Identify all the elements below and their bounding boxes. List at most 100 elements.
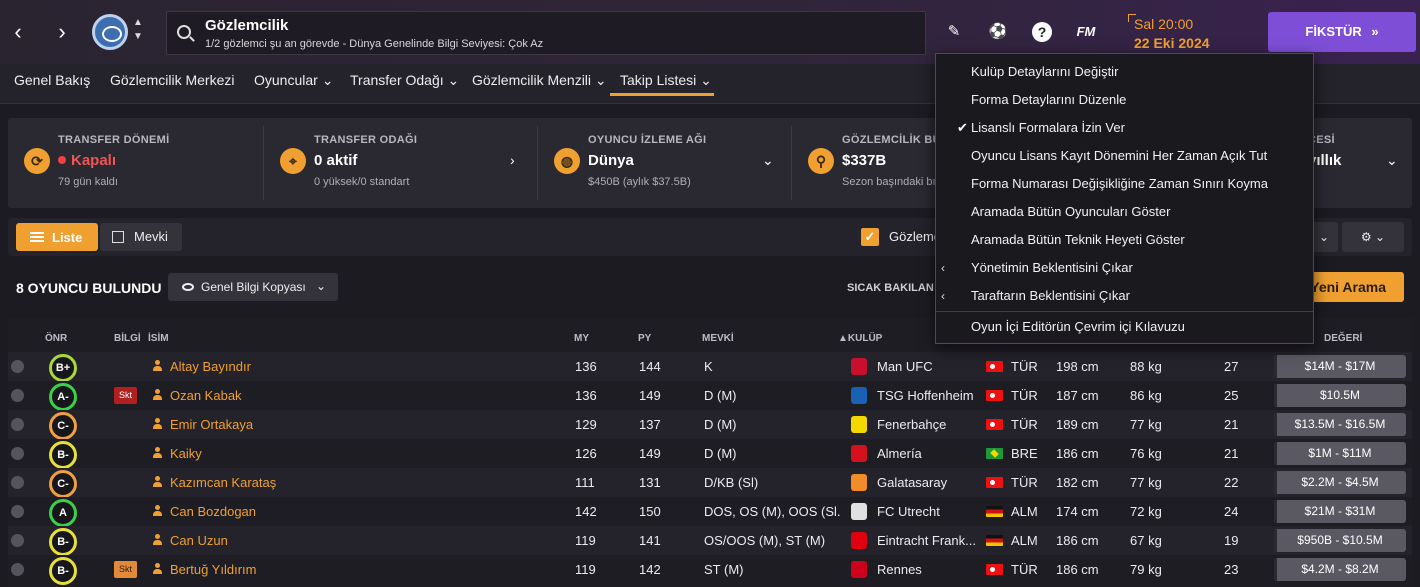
table-row[interactable]: A Can Bozdogan 142 150 DOS, OS (M), OOS … <box>8 497 1412 527</box>
gozlem-checkbox[interactable]: ✓ <box>861 228 879 246</box>
row-check-icon[interactable] <box>11 476 24 489</box>
player-name[interactable]: Bertuğ Yıldırım <box>170 562 256 577</box>
col-my[interactable]: MY <box>574 333 589 344</box>
col-mevki[interactable]: MEVKİ <box>702 333 734 344</box>
back-arrow-icon[interactable]: ‹ <box>8 20 28 44</box>
col-degeri[interactable]: DEĞERİ <box>1324 333 1362 344</box>
player-name[interactable]: Ozan Kabak <box>170 388 242 403</box>
chevron-down-icon[interactable]: ⌄ <box>1310 222 1338 252</box>
chevron-down-icon[interactable]: ⌄ <box>1386 152 1398 169</box>
player-position: D (M) <box>704 446 737 461</box>
card-oyuncu-izleme-agi[interactable]: ◍ OYUNCU İZLEME AĞI Dünya $450B (aylık $… <box>538 118 792 208</box>
nav-gozlemcilik-merkezi[interactable]: Gözlemcilik Merkezi <box>110 72 234 88</box>
col-py[interactable]: PY <box>638 333 651 344</box>
search-icon[interactable] <box>177 25 191 39</box>
fikstur-label: FİKSTÜR <box>1305 24 1362 39</box>
nav-takip-listesi[interactable]: Takip Listesi ⌄ <box>620 72 712 89</box>
table-row[interactable]: C- Kazımcan Karataş 111 131 D/KB (Sl) Ga… <box>8 468 1412 498</box>
club-crest-icon <box>851 358 867 375</box>
menu-item[interactable]: Taraftarın Beklentisini Çıkar <box>971 288 1130 303</box>
col-isim[interactable]: İSİM <box>148 333 169 344</box>
menu-item[interactable]: Aramada Bütün Oyuncuları Göster <box>971 204 1170 219</box>
row-check-icon[interactable] <box>11 563 24 576</box>
edit-pencil-icon[interactable]: ✎ <box>944 22 964 42</box>
nav-transfer-odagi[interactable]: Transfer Odağı ⌄ <box>350 72 459 89</box>
col-onr[interactable]: ÖNR <box>45 333 67 344</box>
settings-gear-icon[interactable]: ⚙ ⌄ <box>1342 222 1404 252</box>
page-title: Gözlemcilik <box>205 17 289 34</box>
player-nationality: TÜR <box>1011 359 1038 374</box>
player-nationality: TÜR <box>1011 417 1038 432</box>
col-kulup[interactable]: ▲KULÜP <box>838 333 882 344</box>
menu-item[interactable]: Forma Detaylarını Düzenle <box>971 92 1126 107</box>
screen-title-box: Gözlemcilik 1/2 gözlemci şu an görevde -… <box>166 11 926 55</box>
ball-icon[interactable]: ⚽ <box>988 22 1008 42</box>
player-club[interactable]: Almería <box>877 446 981 461</box>
player-club[interactable]: Man UFC <box>877 359 981 374</box>
table-row[interactable]: B- Kaiky 126 149 D (M) Almería BRE 186 c… <box>8 439 1412 469</box>
player-name[interactable]: Can Uzun <box>170 533 228 548</box>
player-nationality: ALM <box>1011 504 1038 519</box>
row-check-icon[interactable] <box>11 360 24 373</box>
player-club[interactable]: TSG Hoffenheim <box>877 388 981 403</box>
player-name[interactable]: Kaiky <box>170 446 202 461</box>
chevron-down-icon[interactable]: ⌄ <box>762 152 774 169</box>
liste-button[interactable]: Liste <box>16 223 98 251</box>
game-date[interactable]: Sal 20:00 22 Eki 2024 <box>1128 14 1248 54</box>
menu-item[interactable]: Oyun İçi Editörün Çevrim içi Kılavuzu <box>971 319 1185 334</box>
menu-item[interactable]: Kulüp Detaylarını Değiştir <box>971 64 1118 79</box>
row-check-icon[interactable] <box>11 505 24 518</box>
person-icon <box>153 360 162 371</box>
player-name[interactable]: Altay Bayındır <box>170 359 251 374</box>
row-check-icon[interactable] <box>11 389 24 402</box>
view-select[interactable]: Genel Bilgi Kopyası ⌄ <box>168 273 338 301</box>
club-badge-icon[interactable] <box>92 14 128 50</box>
nav-gozlemcilik-menzili[interactable]: Gözlemcilik Menzili ⌄ <box>472 72 607 89</box>
row-check-icon[interactable] <box>11 447 24 460</box>
chevron-right-icon[interactable]: › <box>510 152 515 168</box>
player-name[interactable]: Can Bozdogan <box>170 504 256 519</box>
yeni-arama-button[interactable]: Yeni Arama <box>1300 272 1404 302</box>
table-row[interactable]: B- Can Uzun 119 141 OS/OOS (M), ST (M) E… <box>8 526 1412 556</box>
card-label: TRANSFER DÖNEMİ <box>58 134 170 146</box>
player-weight: 88 kg <box>1130 359 1162 374</box>
player-my: 119 <box>575 562 596 577</box>
person-icon <box>153 418 162 429</box>
mevki-button[interactable]: Mevki <box>100 223 182 251</box>
club-switch-icon[interactable]: ▲ ▼ <box>133 16 143 44</box>
menu-item[interactable]: Forma Numarası Değişikliğine Zaman Sınır… <box>971 176 1268 191</box>
menu-item[interactable]: Yönetimin Beklentisini Çıkar <box>971 260 1133 275</box>
forward-arrow-icon[interactable]: › <box>52 20 72 44</box>
player-name[interactable]: Emir Ortakaya <box>170 417 253 432</box>
table-row[interactable]: A- Skt Ozan Kabak 136 149 D (M) TSG Hoff… <box>8 381 1412 411</box>
table-row[interactable]: B- Skt Bertuğ Yıldırım 119 142 ST (M) Re… <box>8 555 1412 585</box>
sicak-bakilan-label[interactable]: SICAK BAKILAN <box>847 282 934 294</box>
card-label: TRANSFER ODAĞI <box>314 134 418 146</box>
col-bilgi[interactable]: BİLGİ <box>114 333 141 344</box>
player-name[interactable]: Kazımcan Karataş <box>170 475 276 490</box>
help-icon[interactable]: ? <box>1032 22 1052 42</box>
menu-item[interactable]: Lisanslı Formalara İzin Ver <box>971 120 1125 135</box>
player-club[interactable]: Galatasaray <box>877 475 981 490</box>
table-row[interactable]: C- Emir Ortakaya 129 137 D (M) Fenerbahç… <box>8 410 1412 440</box>
card-transfer-odagi[interactable]: ⌖ TRANSFER ODAĞI 0 aktif 0 yüksek/0 stan… <box>264 118 538 208</box>
player-weight: 76 kg <box>1130 446 1162 461</box>
player-position: K <box>704 359 713 374</box>
player-club[interactable]: FC Utrecht <box>877 504 981 519</box>
player-club[interactable]: Fenerbahçe <box>877 417 981 432</box>
card-transfer-donemi[interactable]: ⟳ TRANSFER DÖNEMİ Kapalı 79 gün kaldı <box>8 118 264 208</box>
row-check-icon[interactable] <box>11 418 24 431</box>
nav-genel-bakis[interactable]: Genel Bakış <box>14 72 90 88</box>
nav-oyuncular[interactable]: Oyuncular ⌄ <box>254 72 333 89</box>
fm-logo[interactable]: FM <box>1072 22 1100 42</box>
player-club[interactable]: Rennes <box>877 562 981 577</box>
sort-asc-icon: ▲ <box>838 333 848 344</box>
player-club[interactable]: Eintracht Frank... <box>877 533 981 548</box>
flag-icon <box>986 564 1003 575</box>
fikstur-button[interactable]: FİKSTÜR » <box>1268 12 1416 52</box>
table-row[interactable]: B+ Altay Bayındır 136 144 K Man UFC TÜR … <box>8 352 1412 382</box>
club-crest-icon <box>851 445 867 462</box>
menu-item[interactable]: Aramada Bütün Teknik Heyeti Göster <box>971 232 1185 247</box>
row-check-icon[interactable] <box>11 534 24 547</box>
menu-item[interactable]: Oyuncu Lisans Kayıt Dönemini Her Zaman A… <box>971 148 1267 163</box>
